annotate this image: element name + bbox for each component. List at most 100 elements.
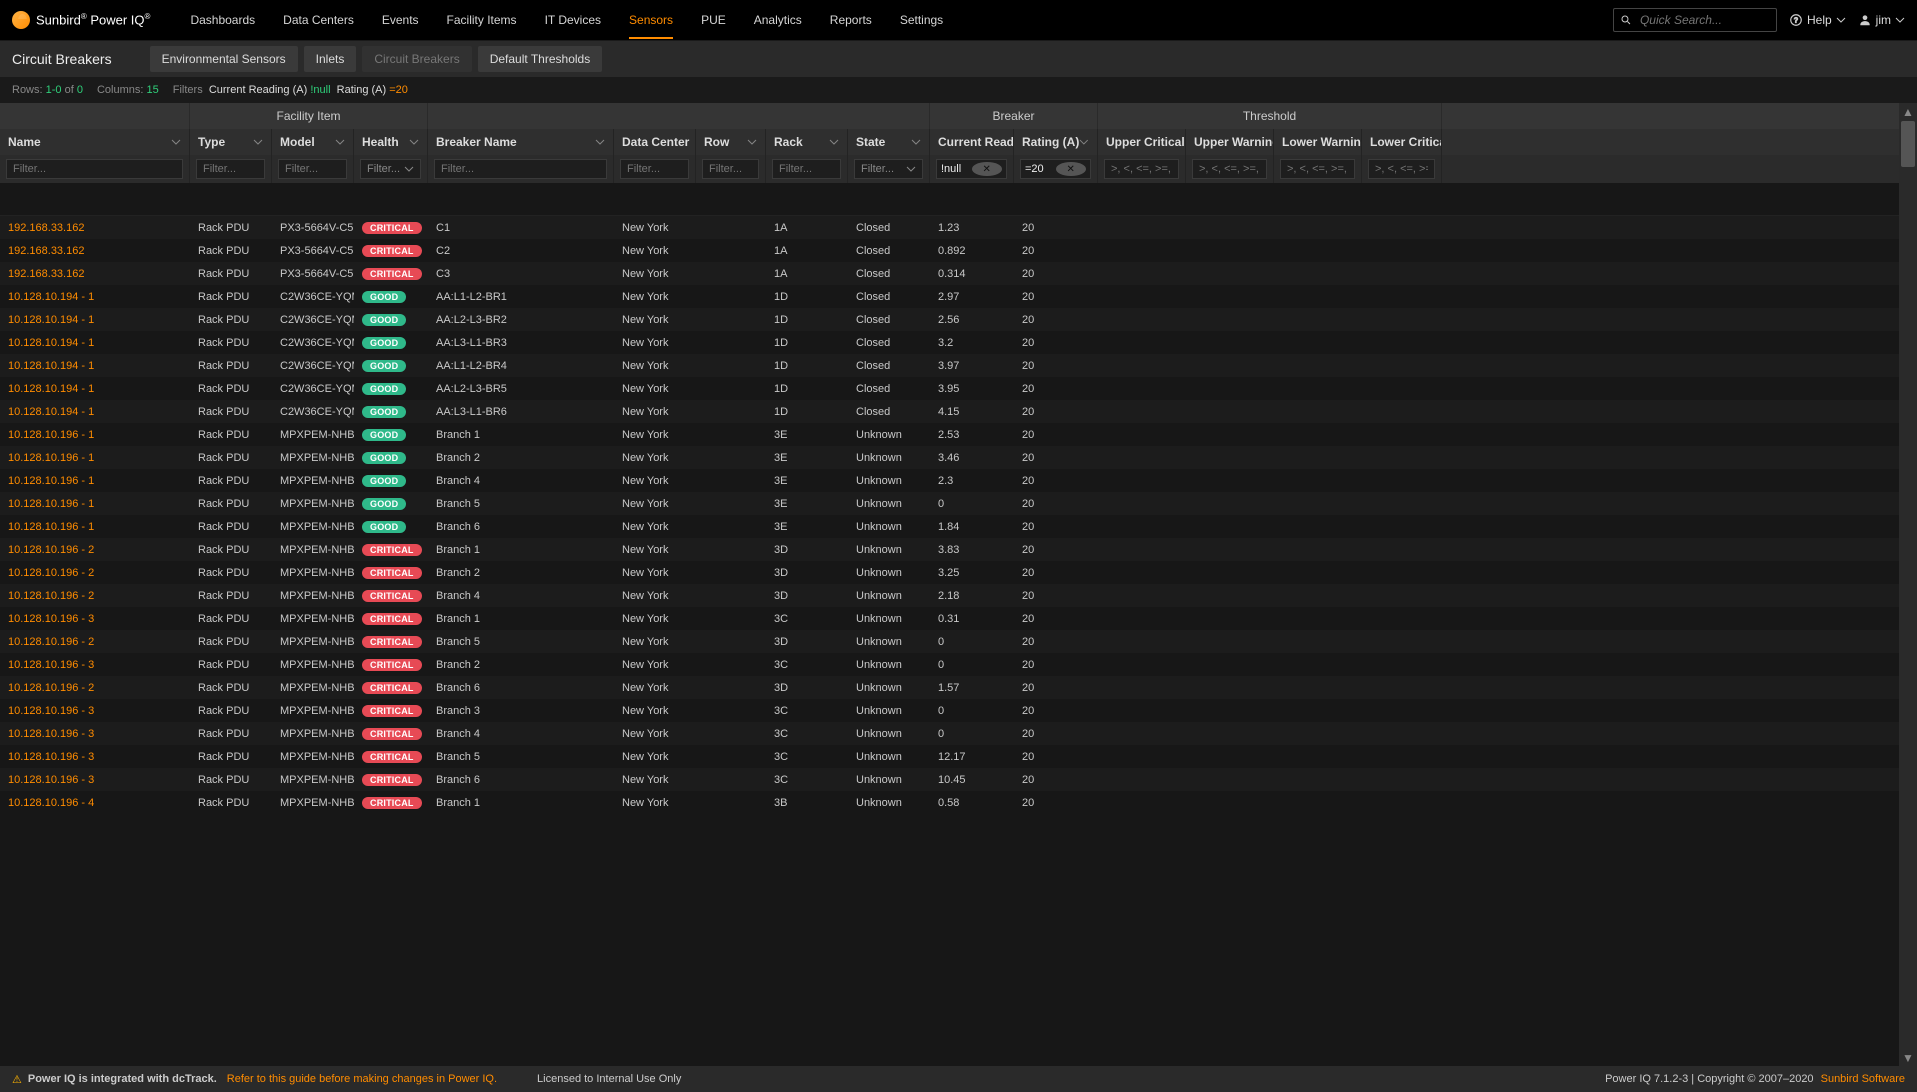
table-row[interactable]: 10.128.10.194 - 1Rack PDUC2W36CE-YQME296… bbox=[0, 285, 1917, 308]
cell-name[interactable]: 10.128.10.196 - 2 bbox=[0, 561, 190, 584]
col-header-ucrit[interactable]: Upper Critical bbox=[1098, 129, 1186, 155]
tab-default-thresholds[interactable]: Default Thresholds bbox=[478, 46, 603, 72]
cell-name[interactable]: 10.128.10.196 - 2 bbox=[0, 630, 190, 653]
filter-active-rating[interactable]: =20✕ bbox=[1020, 159, 1091, 179]
col-header-row[interactable]: Row bbox=[696, 129, 766, 155]
cell-name[interactable]: 10.128.10.196 - 3 bbox=[0, 745, 190, 768]
table-row[interactable]: 10.128.10.196 - 2Rack PDUMPXPEM-NHBXXV30… bbox=[0, 561, 1917, 584]
cell-name[interactable]: 10.128.10.196 - 3 bbox=[0, 699, 190, 722]
grid-body[interactable]: 192.168.33.162Rack PDUPX3-5664V-C5CRITIC… bbox=[0, 183, 1917, 1031]
table-row[interactable]: 10.128.10.196 - 1Rack PDUMPXPEM-NHBXXV30… bbox=[0, 446, 1917, 469]
filter-input-name[interactable] bbox=[6, 159, 183, 179]
nav-settings[interactable]: Settings bbox=[900, 1, 943, 39]
col-header-rating[interactable]: Rating (A) bbox=[1014, 129, 1098, 155]
col-header-name[interactable]: Name bbox=[0, 129, 190, 155]
cell-name[interactable]: 10.128.10.196 - 3 bbox=[0, 768, 190, 791]
cell-name[interactable]: 10.128.10.196 - 1 bbox=[0, 446, 190, 469]
clear-filter-icon[interactable]: ✕ bbox=[1056, 162, 1087, 176]
table-row[interactable]: 10.128.10.196 - 2Rack PDUMPXPEM-NHBXXV30… bbox=[0, 676, 1917, 699]
nav-facility-items[interactable]: Facility Items bbox=[447, 1, 517, 39]
cell-name[interactable]: 192.168.33.162 bbox=[0, 216, 190, 239]
table-row[interactable]: 10.128.10.194 - 1Rack PDUC2W36CE-YQME296… bbox=[0, 331, 1917, 354]
filter-input-rack[interactable] bbox=[772, 159, 841, 179]
quick-search-input[interactable] bbox=[1638, 12, 1770, 28]
nav-data-centers[interactable]: Data Centers bbox=[283, 1, 354, 39]
col-header-current[interactable]: Current Readi bbox=[930, 129, 1014, 155]
table-row[interactable]: 10.128.10.194 - 1Rack PDUC2W36CE-YQME296… bbox=[0, 377, 1917, 400]
tab-environmental-sensors[interactable]: Environmental Sensors bbox=[150, 46, 298, 72]
cell-name[interactable]: 10.128.10.194 - 1 bbox=[0, 331, 190, 354]
tab-inlets[interactable]: Inlets bbox=[304, 46, 357, 72]
table-row[interactable]: 10.128.10.196 - 3Rack PDUMPXPEM-NHBXXV30… bbox=[0, 768, 1917, 791]
col-header-breaker_name[interactable]: Breaker Name bbox=[428, 129, 614, 155]
table-row[interactable]: 10.128.10.196 - 1Rack PDUMPXPEM-NHBXXV30… bbox=[0, 515, 1917, 538]
integration-guide-link[interactable]: Refer to this guide before making change… bbox=[227, 1073, 497, 1085]
nav-analytics[interactable]: Analytics bbox=[754, 1, 802, 39]
table-row[interactable]: 10.128.10.196 - 1Rack PDUMPXPEM-NHBXXV30… bbox=[0, 469, 1917, 492]
quick-search[interactable] bbox=[1613, 8, 1777, 32]
filter-input-ucrit[interactable] bbox=[1104, 159, 1179, 179]
table-row[interactable]: 192.168.33.162Rack PDUPX3-5664V-C5CRITIC… bbox=[0, 262, 1917, 285]
table-row[interactable]: 192.168.33.162Rack PDUPX3-5664V-C5CRITIC… bbox=[0, 239, 1917, 262]
cell-name[interactable]: 192.168.33.162 bbox=[0, 239, 190, 262]
cell-name[interactable]: 10.128.10.196 - 4 bbox=[0, 791, 190, 814]
cell-name[interactable]: 10.128.10.196 - 3 bbox=[0, 653, 190, 676]
cell-name[interactable]: 10.128.10.194 - 1 bbox=[0, 400, 190, 423]
table-row[interactable]: 10.128.10.196 - 1Rack PDUMPXPEM-NHBXXV30… bbox=[0, 492, 1917, 515]
nav-it-devices[interactable]: IT Devices bbox=[545, 1, 601, 39]
table-row[interactable]: 10.128.10.196 - 4Rack PDUMPXPEM-NHBXXV30… bbox=[0, 791, 1917, 814]
filter-input-model[interactable] bbox=[278, 159, 347, 179]
cell-name[interactable]: 10.128.10.196 - 3 bbox=[0, 722, 190, 745]
nav-reports[interactable]: Reports bbox=[830, 1, 872, 39]
filter-input-breaker_name[interactable] bbox=[434, 159, 607, 179]
col-header-health[interactable]: Health bbox=[354, 129, 428, 155]
vertical-scrollbar[interactable]: ▲ ▼ bbox=[1899, 103, 1917, 1067]
nav-pue[interactable]: PUE bbox=[701, 1, 726, 39]
filter-input-uwarn[interactable] bbox=[1192, 159, 1267, 179]
col-header-rack[interactable]: Rack bbox=[766, 129, 848, 155]
nav-events[interactable]: Events bbox=[382, 1, 419, 39]
nav-sensors[interactable]: Sensors bbox=[629, 1, 673, 39]
cell-name[interactable]: 10.128.10.196 - 2 bbox=[0, 676, 190, 699]
table-row[interactable]: 10.128.10.196 - 2Rack PDUMPXPEM-NHBXXV30… bbox=[0, 630, 1917, 653]
filter-input-lcrit[interactable] bbox=[1368, 159, 1435, 179]
company-link[interactable]: Sunbird Software bbox=[1821, 1073, 1905, 1085]
cell-name[interactable]: 192.168.33.162 bbox=[0, 262, 190, 285]
filter-active-current[interactable]: !null✕ bbox=[936, 159, 1007, 179]
cell-name[interactable]: 10.128.10.196 - 1 bbox=[0, 492, 190, 515]
scroll-up-icon[interactable]: ▲ bbox=[1899, 103, 1917, 121]
cell-name[interactable]: 10.128.10.194 - 1 bbox=[0, 377, 190, 400]
filter-input-row[interactable] bbox=[702, 159, 759, 179]
table-row[interactable]: 10.128.10.196 - 2Rack PDUMPXPEM-NHBXXV30… bbox=[0, 584, 1917, 607]
scroll-down-icon[interactable]: ▼ bbox=[1899, 1049, 1917, 1067]
col-header-type[interactable]: Type bbox=[190, 129, 272, 155]
table-row[interactable]: 10.128.10.194 - 1Rack PDUC2W36CE-YQME296… bbox=[0, 400, 1917, 423]
cell-name[interactable]: 10.128.10.194 - 1 bbox=[0, 308, 190, 331]
cell-name[interactable]: 10.128.10.196 - 1 bbox=[0, 469, 190, 492]
table-row[interactable]: 10.128.10.196 - 2Rack PDUMPXPEM-NHBXXV30… bbox=[0, 538, 1917, 561]
filter-input-type[interactable] bbox=[196, 159, 265, 179]
help-menu[interactable]: ? Help bbox=[1789, 13, 1846, 27]
col-header-state[interactable]: State bbox=[848, 129, 930, 155]
table-row[interactable]: 10.128.10.194 - 1Rack PDUC2W36CE-YQME296… bbox=[0, 354, 1917, 377]
filter-input-lwarn[interactable] bbox=[1280, 159, 1355, 179]
cell-name[interactable]: 10.128.10.194 - 1 bbox=[0, 354, 190, 377]
col-header-uwarn[interactable]: Upper Warning bbox=[1186, 129, 1274, 155]
table-row[interactable]: 10.128.10.196 - 3Rack PDUMPXPEM-NHBXXV30… bbox=[0, 745, 1917, 768]
filter-input-dc[interactable] bbox=[620, 159, 689, 179]
table-row[interactable]: 10.128.10.196 - 3Rack PDUMPXPEM-NHBXXV30… bbox=[0, 653, 1917, 676]
cell-name[interactable]: 10.128.10.196 - 1 bbox=[0, 515, 190, 538]
col-header-model[interactable]: Model bbox=[272, 129, 354, 155]
table-row[interactable]: 10.128.10.196 - 3Rack PDUMPXPEM-NHBXXV30… bbox=[0, 699, 1917, 722]
cell-name[interactable]: 10.128.10.196 - 2 bbox=[0, 538, 190, 561]
col-header-lcrit[interactable]: Lower Critical bbox=[1362, 129, 1442, 155]
cell-name[interactable]: 10.128.10.196 - 1 bbox=[0, 423, 190, 446]
table-row[interactable]: 10.128.10.196 - 1Rack PDUMPXPEM-NHBXXV30… bbox=[0, 423, 1917, 446]
scroll-thumb[interactable] bbox=[1901, 121, 1915, 167]
table-row[interactable]: 10.128.10.196 - 3Rack PDUMPXPEM-NHBXXV30… bbox=[0, 607, 1917, 630]
table-row[interactable]: 10.128.10.196 - 3Rack PDUMPXPEM-NHBXXV30… bbox=[0, 722, 1917, 745]
filter-select-state[interactable]: Filter... bbox=[854, 159, 923, 179]
clear-filter-icon[interactable]: ✕ bbox=[972, 162, 1003, 176]
nav-dashboards[interactable]: Dashboards bbox=[190, 1, 255, 39]
scroll-track[interactable] bbox=[1899, 121, 1917, 1049]
